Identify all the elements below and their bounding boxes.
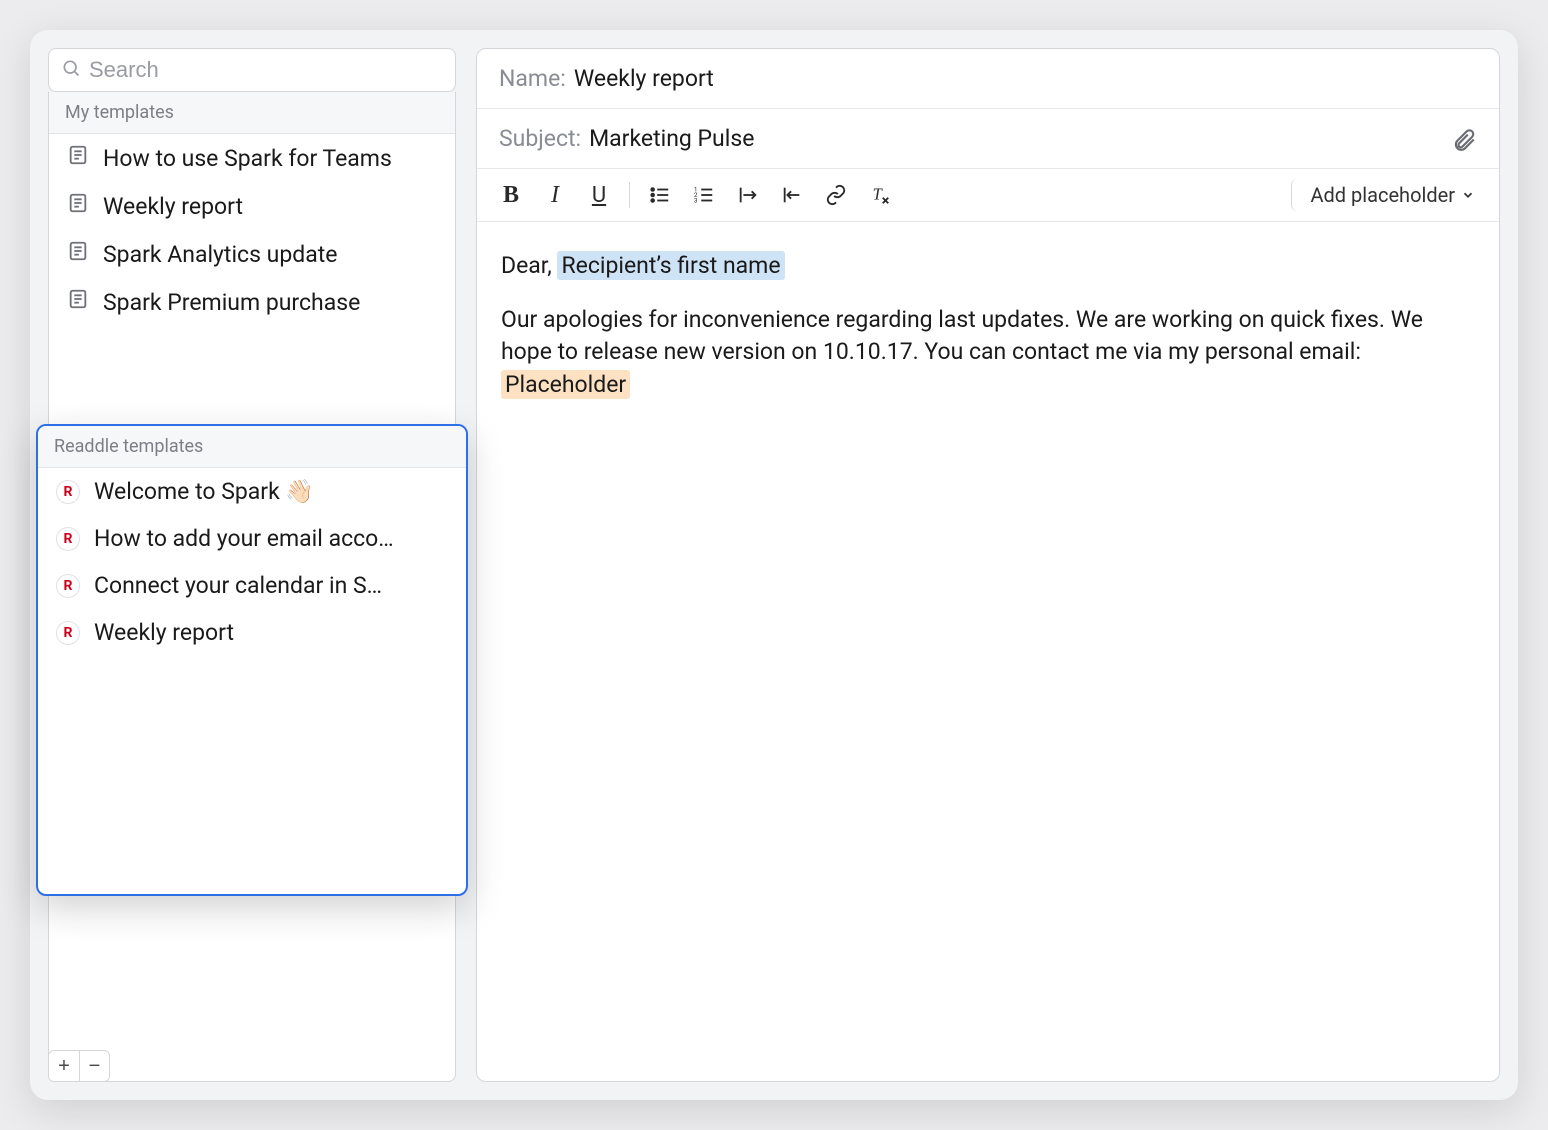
template-label: How to add your email acco… (94, 525, 394, 552)
clear-format-button[interactable]: T (860, 177, 900, 213)
readdle-templates-popover: Readdle templates R Welcome to Spark 👋🏻 … (36, 424, 468, 896)
document-icon (67, 192, 89, 220)
template-label: Weekly report (94, 619, 234, 646)
numbered-list-button[interactable]: 1 2 3 (684, 177, 724, 213)
templates-window: My templates How to use Spark for Teams (30, 30, 1518, 1100)
template-item[interactable]: Spark Analytics update (49, 230, 455, 278)
search-input[interactable] (89, 57, 443, 83)
readdle-icon: R (56, 527, 80, 551)
template-editor: Name: Weekly report Subject: Marketing P… (476, 48, 1500, 1082)
subject-field-row[interactable]: Subject: Marketing Pulse (477, 109, 1499, 169)
chevron-down-icon (1461, 183, 1475, 207)
remove-template-button[interactable]: − (79, 1051, 109, 1081)
name-field-row[interactable]: Name: Weekly report (477, 49, 1499, 109)
toolbar-separator (629, 182, 630, 208)
greeting-prefix: Dear, (501, 252, 557, 279)
bold-button[interactable]: B (491, 177, 531, 213)
document-icon (67, 288, 89, 316)
template-item[interactable]: R How to add your email acco… (38, 515, 466, 562)
readdle-icon: R (56, 621, 80, 645)
custom-placeholder-chip[interactable]: Placeholder (501, 370, 630, 399)
subject-label: Subject: (499, 125, 581, 152)
name-value: Weekly report (574, 65, 714, 92)
attachment-icon[interactable] (1451, 126, 1477, 152)
underline-button[interactable]: U (579, 177, 619, 213)
svg-text:T: T (873, 185, 884, 204)
indent-button[interactable] (728, 177, 768, 213)
recipient-first-name-placeholder[interactable]: Recipient’s first name (557, 251, 784, 280)
outdent-button[interactable] (772, 177, 812, 213)
template-label: How to use Spark for Teams (103, 145, 392, 172)
template-item[interactable]: R Welcome to Spark 👋🏻 (38, 468, 466, 515)
template-item[interactable]: R Connect your calendar in S… (38, 562, 466, 609)
search-icon (61, 58, 81, 82)
add-placeholder-button[interactable]: Add placeholder (1291, 179, 1485, 211)
template-item[interactable]: Weekly report (49, 182, 455, 230)
template-item[interactable]: R Weekly report (38, 609, 466, 656)
svg-text:3: 3 (694, 196, 698, 204)
body-paragraph: Our apologies for inconvenience regardin… (501, 306, 1423, 365)
add-placeholder-label: Add placeholder (1310, 183, 1455, 207)
name-label: Name: (499, 65, 566, 92)
readdle-icon: R (56, 574, 80, 598)
readdle-templates-header: Readdle templates (38, 426, 466, 468)
format-toolbar: B I U 1 2 3 (477, 169, 1499, 222)
italic-button[interactable]: I (535, 177, 575, 213)
editor-body[interactable]: Dear, Recipient’s first name Our apologi… (477, 222, 1499, 1081)
template-label: Welcome to Spark 👋🏻 (94, 478, 314, 505)
template-label: Weekly report (103, 193, 243, 220)
subject-value: Marketing Pulse (589, 125, 754, 152)
link-button[interactable] (816, 177, 856, 213)
document-icon (67, 240, 89, 268)
bulleted-list-button[interactable] (640, 177, 680, 213)
template-item[interactable]: Spark Premium purchase (49, 278, 455, 326)
readdle-icon: R (56, 480, 80, 504)
template-label: Spark Premium purchase (103, 289, 360, 316)
search-field[interactable] (48, 48, 456, 92)
template-label: Connect your calendar in S… (94, 572, 382, 599)
sidebar: My templates How to use Spark for Teams (48, 48, 456, 1082)
template-item[interactable]: How to use Spark for Teams (49, 134, 455, 182)
add-remove-bar: + − (48, 1050, 110, 1082)
add-template-button[interactable]: + (49, 1051, 79, 1081)
my-templates-header: My templates (49, 92, 455, 134)
document-icon (67, 144, 89, 172)
template-label: Spark Analytics update (103, 241, 337, 268)
